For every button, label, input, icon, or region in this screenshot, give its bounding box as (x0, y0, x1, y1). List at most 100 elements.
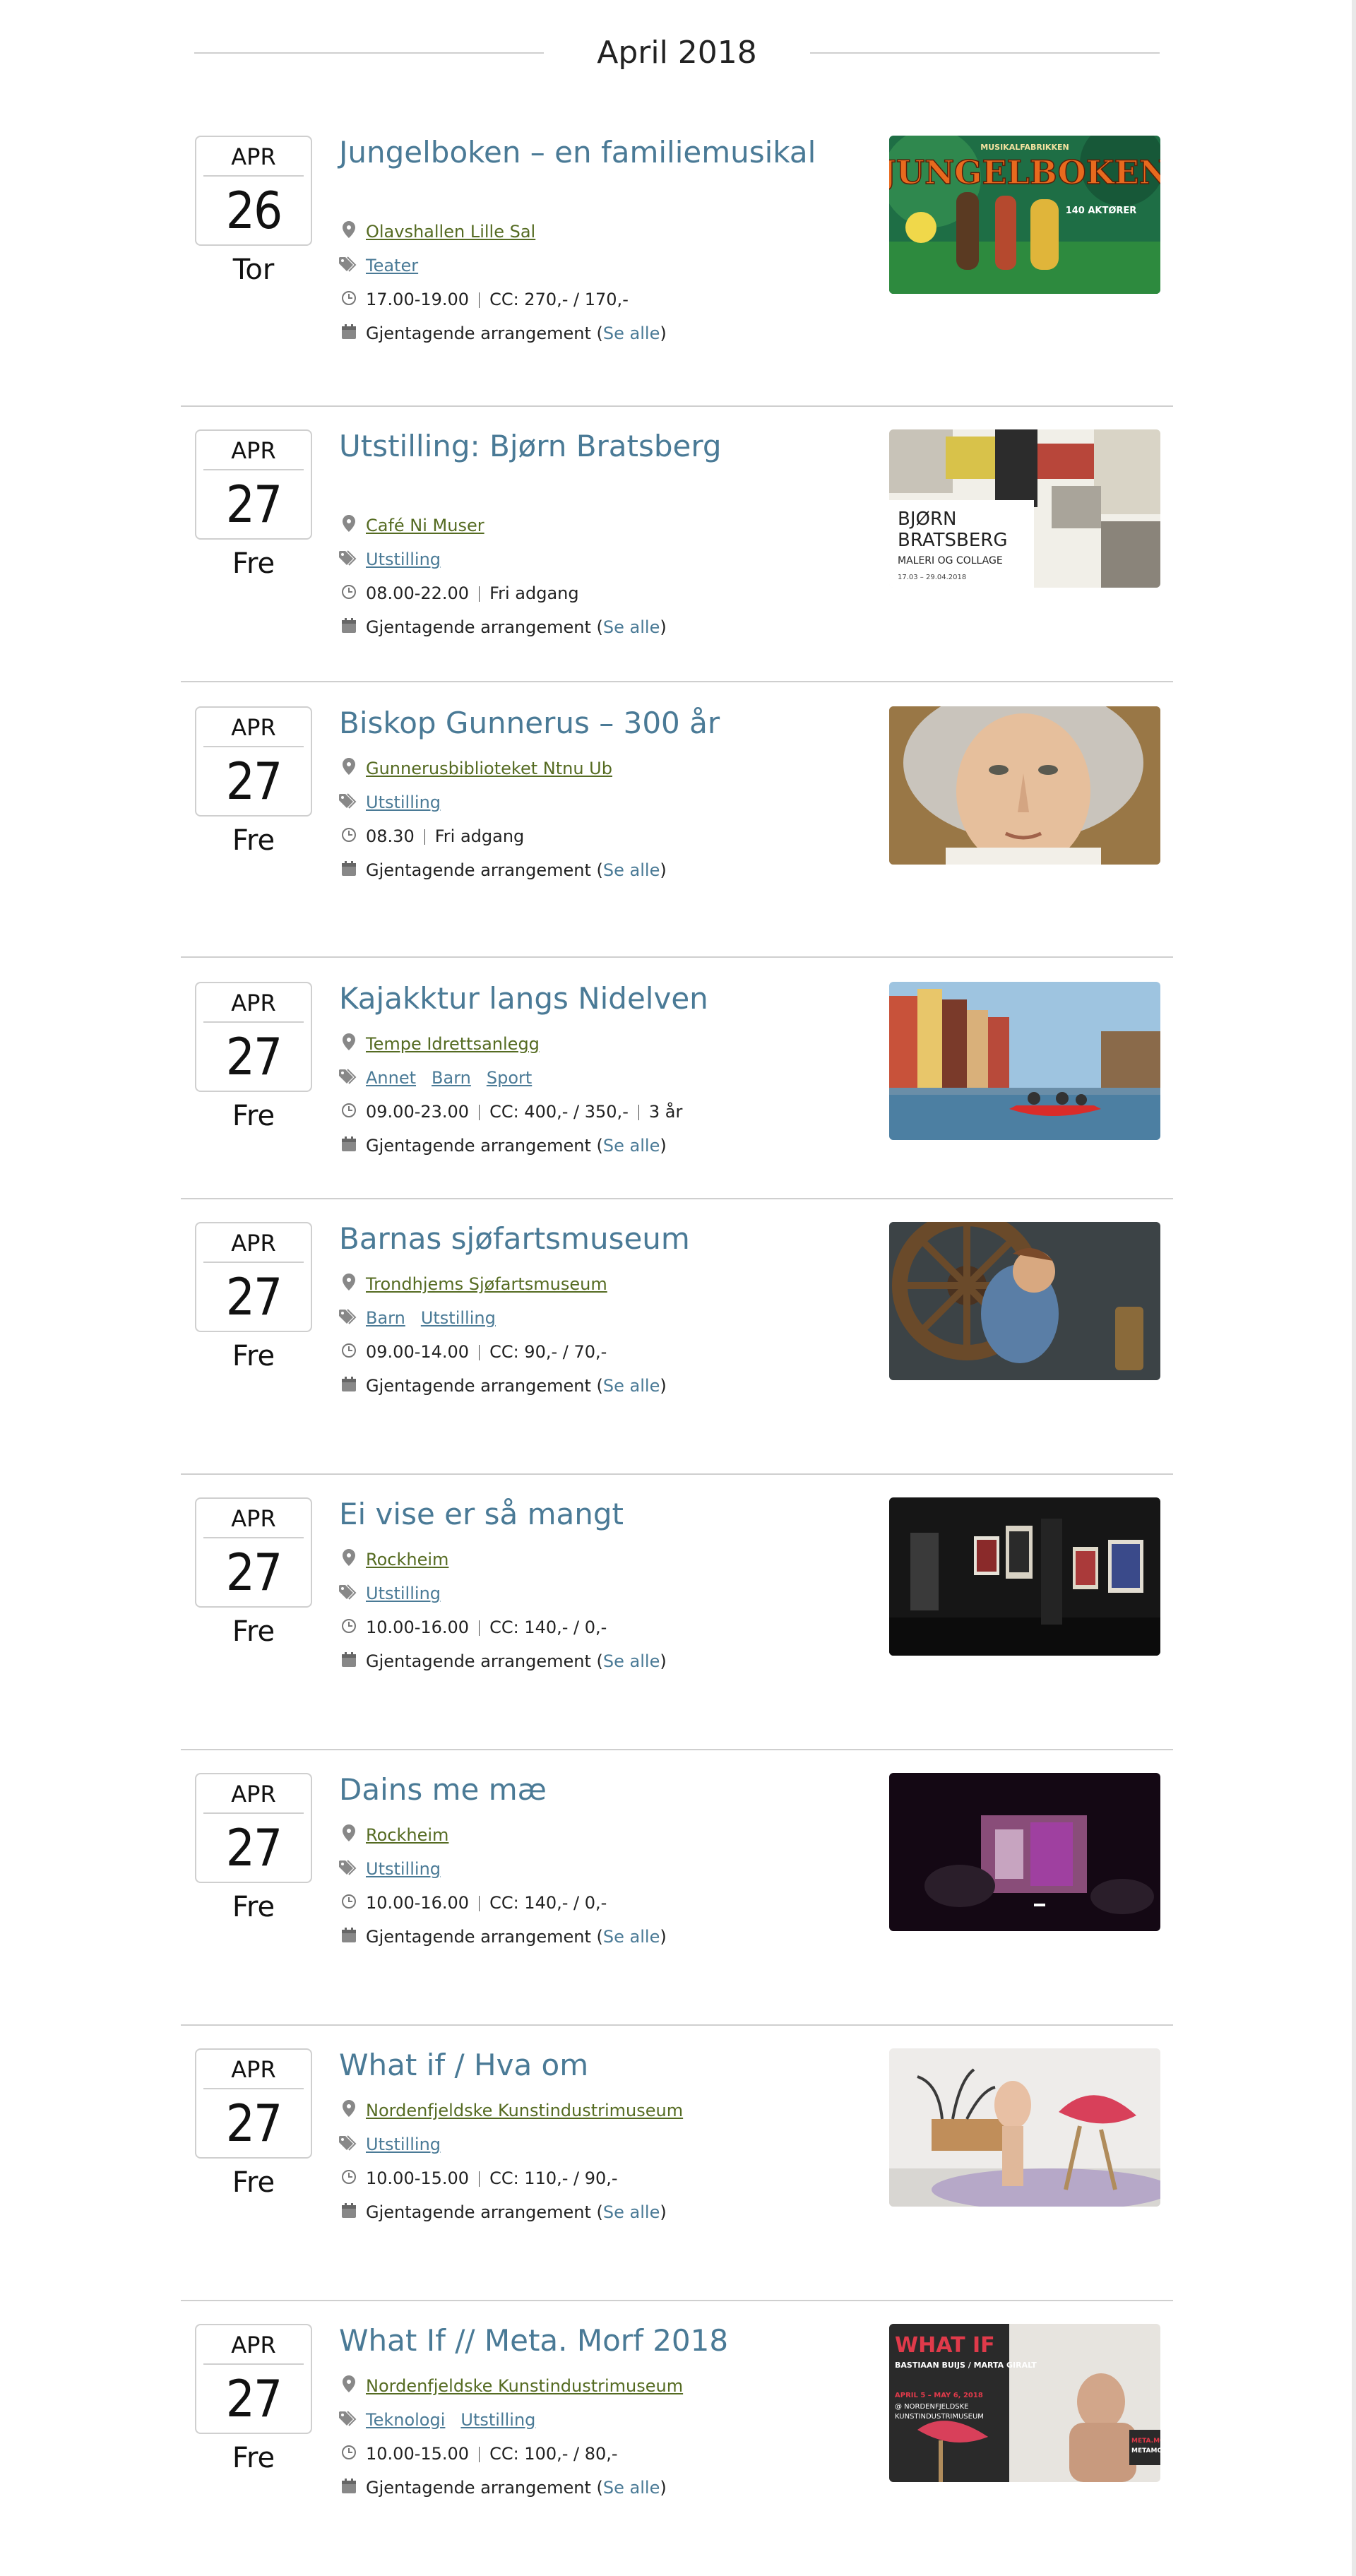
date-month: APR (231, 990, 276, 1016)
clock-icon (339, 580, 359, 608)
event-title-link[interactable]: Barnas sjøfartsmuseum (339, 1222, 833, 1256)
event-recurring: Gjentagende arrangement (Se alle) (339, 1132, 667, 1161)
category-tag-link[interactable]: Utstilling (421, 1308, 496, 1328)
tag-icon (339, 1580, 359, 1608)
see-all-link[interactable]: Se alle (603, 1651, 660, 1671)
whatif-poster[interactable]: WHAT IF BASTIAAN BUIJS / MARTA GIRALT AP… (889, 2324, 1160, 2482)
paren-close: ) (660, 1927, 667, 1947)
location-link[interactable]: Trondhjems Sjøfartsmuseum (366, 1274, 607, 1294)
paren-close: ) (660, 617, 667, 637)
tag-icon (339, 2131, 359, 2159)
event-recurring: Gjentagende arrangement (Se alle) (339, 2198, 667, 2227)
svg-text:META.MOR: META.MOR (1131, 2438, 1160, 2445)
kayak-river-photo[interactable] (889, 982, 1160, 1140)
clock-icon (339, 1339, 359, 1367)
date-badge: APR 27 (195, 1222, 312, 1332)
see-all-link[interactable]: Se alle (603, 617, 660, 637)
month-header: April 2018 (194, 28, 1160, 78)
tag-icon (339, 1856, 359, 1884)
gunnerus-portrait[interactable] (889, 706, 1160, 865)
screen-projection-photo[interactable] (889, 1773, 1160, 1931)
gallery-posters-photo[interactable] (889, 1497, 1160, 1656)
event-title-link[interactable]: Ei vise er så mangt (339, 1497, 833, 1531)
tag-icon (339, 1064, 359, 1093)
event-price: CC: 270,- / 170,- (489, 290, 629, 309)
location-link[interactable]: Café Ni Muser (366, 516, 484, 535)
location-link[interactable]: Rockheim (366, 1825, 448, 1845)
event-title-link[interactable]: What if / Hva om (339, 2048, 833, 2082)
date-weekday: Tor (232, 254, 275, 286)
ship-wheel-photo[interactable] (889, 1222, 1160, 1380)
see-all-link[interactable]: Se alle (603, 860, 660, 880)
date-badge: APR 27 (195, 982, 312, 1092)
event-time: 09.00-14.00 (366, 1342, 470, 1362)
date-divider (203, 1812, 304, 1814)
date-day: 27 (225, 2369, 282, 2428)
category-tag-link[interactable]: Utstilling (460, 2410, 535, 2430)
event-title-link[interactable]: Utstilling: Bjørn Bratsberg (339, 429, 833, 463)
event-title-link[interactable]: Dains me mæ (339, 1773, 833, 1807)
date-divider (203, 746, 304, 747)
event-tags: Utstilling (339, 788, 456, 817)
paren-open: ( (596, 324, 603, 343)
location-link[interactable]: Olavshallen Lille Sal (366, 222, 535, 242)
category-tag-link[interactable]: Utstilling (366, 1584, 441, 1603)
event-recurring: Gjentagende arrangement (Se alle) (339, 613, 667, 642)
event-recurring: Gjentagende arrangement (Se alle) (339, 2474, 667, 2503)
divider-bar (479, 2447, 480, 2462)
date-divider (203, 2088, 304, 2089)
calendar-icon (339, 1648, 359, 1676)
event-tags: Teater (339, 251, 434, 280)
category-tag-link[interactable]: Barn (432, 1068, 471, 1088)
location-link[interactable]: Gunnerusbiblioteket Ntnu Ub (366, 759, 612, 778)
category-tag-link[interactable]: Utstilling (366, 550, 441, 569)
category-tag-link[interactable]: Teater (366, 256, 418, 275)
see-all-link[interactable]: Se alle (603, 324, 660, 343)
date-divider (203, 175, 304, 177)
recurring-label: Gjentagende arrangement (366, 324, 591, 343)
event-time: 10.00-15.00 (366, 2444, 470, 2464)
category-tag-link[interactable]: Teknologi (366, 2410, 445, 2430)
tag-icon (339, 1305, 359, 1333)
event-time-price: 10.00-15.00 CC: 100,- / 80,- (339, 2440, 618, 2469)
event-title-link[interactable]: What If // Meta. Morf 2018 (339, 2324, 833, 2358)
jungelboken-poster[interactable]: MUSIKALFABRIKKEN JUNGELBOKEN 140 AKTØRER (889, 136, 1160, 294)
location-link[interactable]: Nordenfjeldske Kunstindustrimuseum (366, 2376, 683, 2396)
svg-text:METAMOR: METAMOR (1131, 2447, 1160, 2455)
event-price: Fri adgang (434, 826, 525, 846)
date-badge: APR 27 (195, 429, 312, 540)
category-tag-link[interactable]: Annet (366, 1068, 416, 1088)
event-title-link[interactable]: Kajakktur langs Nidelven (339, 982, 833, 1016)
location-link[interactable]: Rockheim (366, 1550, 448, 1569)
see-all-link[interactable]: Se alle (603, 1927, 660, 1947)
see-all-link[interactable]: Se alle (603, 2202, 660, 2222)
see-all-link[interactable]: Se alle (603, 1376, 660, 1396)
date-badge: APR 27 (195, 706, 312, 817)
category-tag-link[interactable]: Utstilling (366, 793, 441, 812)
interior-lips-photo[interactable] (889, 2048, 1160, 2207)
window-edge (1352, 0, 1356, 2576)
svg-text:BJØRN: BJØRN (898, 509, 956, 530)
location-pin-icon (339, 218, 359, 247)
date-day: 26 (225, 181, 282, 240)
tag-icon (339, 252, 359, 280)
location-link[interactable]: Nordenfjeldske Kunstindustrimuseum (366, 2101, 683, 2120)
event-title-link[interactable]: Jungelboken – en familiemusikal (339, 136, 833, 170)
see-all-link[interactable]: Se alle (603, 1136, 660, 1156)
event-separator (181, 956, 1173, 958)
see-all-link[interactable]: Se alle (603, 2478, 660, 2498)
location-link[interactable]: Tempe Idrettsanlegg (366, 1034, 540, 1054)
date-badge: APR 27 (195, 2048, 312, 2159)
bratsberg-poster[interactable]: BJØRN BRATSBERG MALERI OG COLLAGE 17.03 … (889, 429, 1160, 588)
date-month: APR (231, 2332, 276, 2358)
calendar-icon (339, 614, 359, 642)
category-tag-link[interactable]: Barn (366, 1308, 405, 1328)
location-pin-icon (339, 512, 359, 540)
paren-close: ) (660, 860, 667, 880)
category-tag-link[interactable]: Utstilling (366, 2135, 441, 2154)
divider-bar (479, 292, 480, 308)
category-tag-link[interactable]: Sport (487, 1068, 532, 1088)
event-title-link[interactable]: Biskop Gunnerus – 300 år (339, 706, 833, 740)
category-tag-link[interactable]: Utstilling (366, 1859, 441, 1879)
tag-icon (339, 2406, 359, 2435)
